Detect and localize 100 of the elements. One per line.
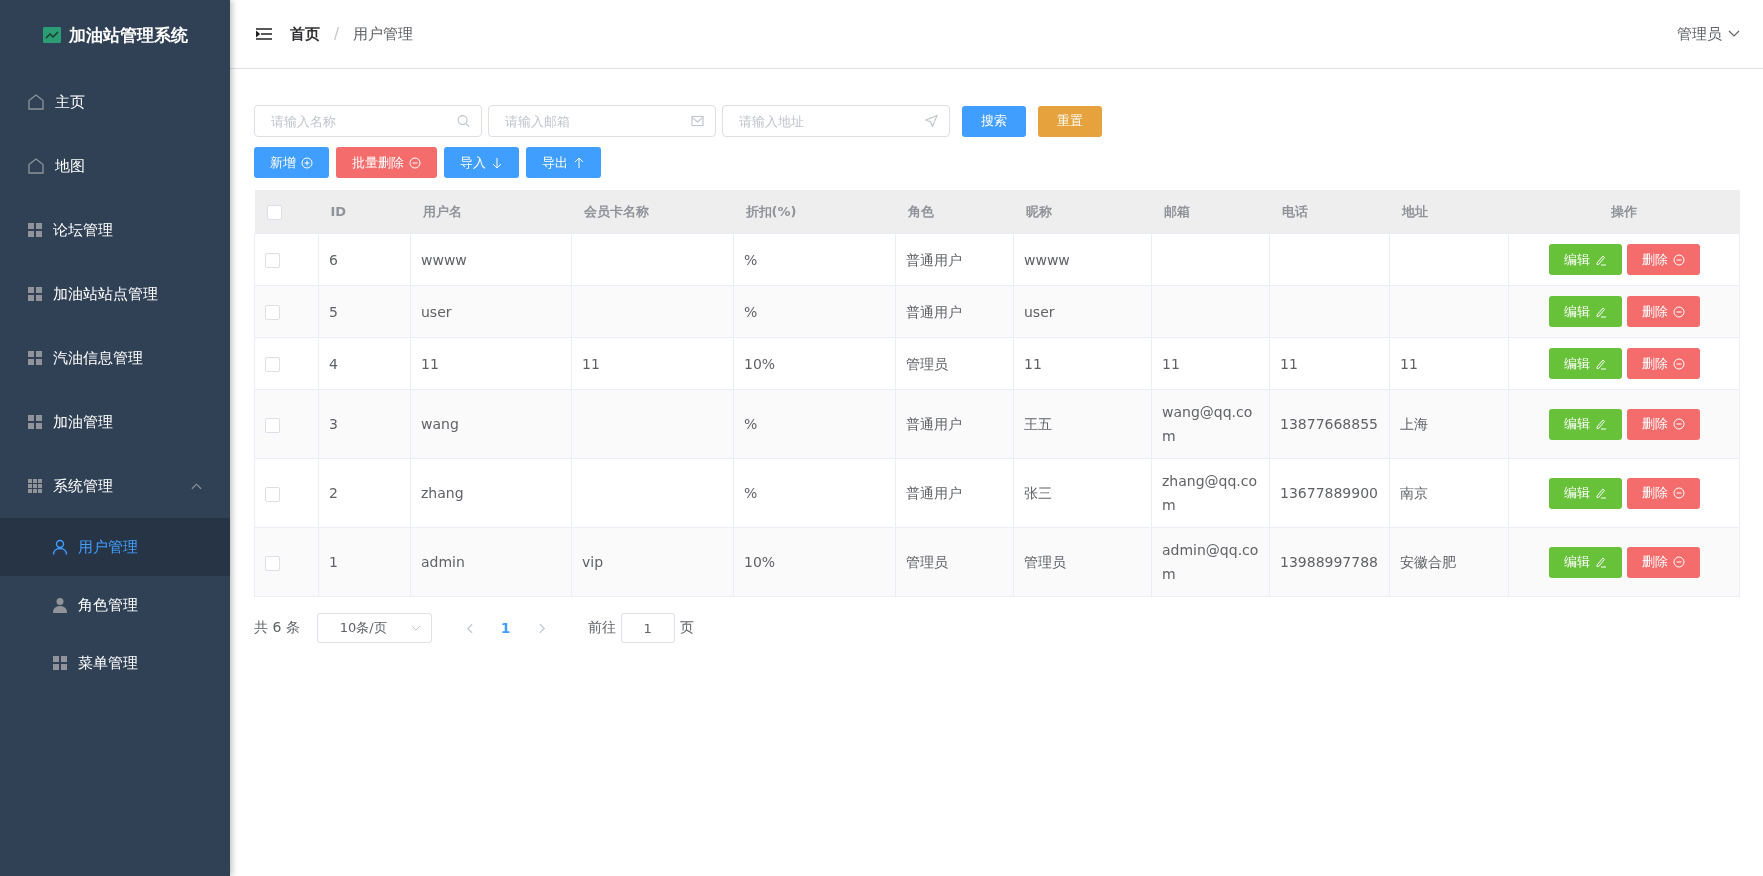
menu-item[interactable]: 加油管理: [0, 390, 230, 454]
table-cell: 11: [1162, 355, 1180, 372]
table-cell: admin@qq.com: [1162, 542, 1259, 582]
table-cell: wwww: [421, 251, 467, 268]
table-cell: 11: [582, 355, 600, 372]
arrow-up-icon: [573, 156, 585, 169]
row-checkbox[interactable]: [265, 253, 280, 268]
table-cell: user: [421, 303, 452, 320]
row-checkbox[interactable]: [265, 555, 280, 571]
edit-button[interactable]: 编辑: [1548, 296, 1622, 327]
edit-button[interactable]: 编辑: [1548, 408, 1622, 440]
toolbar-button[interactable]: 导入: [444, 147, 519, 178]
minus-circle-icon: [1672, 487, 1685, 499]
pencil-icon: [1594, 556, 1607, 568]
edit-button[interactable]: 编辑: [1548, 348, 1622, 379]
toolbar-button[interactable]: 导出: [526, 147, 601, 178]
row-checkbox[interactable]: [265, 486, 280, 502]
pencil-icon: [1594, 253, 1607, 266]
minus-circle-icon: [1672, 357, 1685, 370]
pencil-icon: [1594, 357, 1607, 370]
house-icon: [27, 157, 45, 175]
column-header: 地址: [1389, 190, 1509, 234]
chevron-down-icon: [1728, 30, 1740, 38]
menu-item[interactable]: 地图: [0, 134, 230, 198]
pencil-icon: [1594, 487, 1607, 499]
minus-circle-icon: [1672, 418, 1685, 430]
previous-page-icon[interactable]: [465, 622, 473, 634]
search-button[interactable]: 重置: [1038, 105, 1102, 137]
user-icon: [52, 539, 68, 555]
column-header: 会员卡名称: [571, 190, 734, 234]
toolbar-button[interactable]: 批量删除: [336, 147, 437, 178]
next-page-icon[interactable]: [538, 622, 546, 634]
delete-button[interactable]: 删除: [1626, 546, 1700, 578]
page-input[interactable]: 1: [620, 613, 675, 643]
column-header: 邮箱: [1151, 190, 1270, 234]
table-cell: 2: [329, 485, 338, 501]
table-cell: 王五: [1024, 416, 1052, 432]
mail-icon: [691, 115, 704, 127]
menu-item[interactable]: 加油站站点管理: [0, 262, 230, 326]
delete-button[interactable]: 删除: [1626, 244, 1700, 275]
search-field[interactable]: 请输入邮箱: [488, 105, 716, 137]
menu-item[interactable]: 主页: [0, 70, 230, 134]
breadcrumb-item[interactable]: 首页: [290, 24, 320, 44]
arrow-down-icon: [491, 156, 503, 169]
edit-button[interactable]: 编辑: [1548, 244, 1622, 275]
table-cell: 张三: [1024, 485, 1052, 501]
row-checkbox[interactable]: [265, 357, 280, 372]
menu-item[interactable]: 论坛管理: [0, 198, 230, 262]
app-title: 加油站管理系统: [68, 23, 188, 47]
table-cell: 13988997788: [1280, 554, 1378, 570]
page-number[interactable]: 1: [500, 620, 511, 636]
search-field[interactable]: 请输入名称: [254, 105, 482, 137]
goto-label: 前往: [587, 619, 616, 637]
plus-circle-icon: [301, 156, 313, 169]
table-cell: 11: [421, 355, 439, 372]
delete-button[interactable]: 删除: [1626, 348, 1700, 379]
table-cell: 管理员: [1024, 554, 1066, 570]
menu-icon[interactable]: [256, 28, 272, 40]
user-menu[interactable]: 管理员: [1677, 24, 1740, 44]
pencil-icon: [1594, 418, 1607, 430]
table-cell: zhang@qq.com: [1162, 473, 1258, 513]
grid-icon: [52, 655, 68, 671]
person-icon: [52, 597, 68, 613]
breadcrumb-separator: /: [334, 25, 340, 43]
submenu-item[interactable]: 角色管理: [0, 576, 230, 634]
minus-circle-icon: [1672, 556, 1685, 568]
search-field[interactable]: 请输入地址: [722, 105, 950, 137]
row-checkbox[interactable]: [265, 305, 280, 320]
submenu-item[interactable]: 用户管理: [0, 518, 230, 576]
send-icon: [925, 114, 938, 128]
edit-button[interactable]: 编辑: [1548, 477, 1622, 509]
delete-button[interactable]: 删除: [1626, 296, 1700, 327]
table-cell: 5: [329, 303, 338, 320]
table-cell: %: [744, 303, 758, 320]
column-header: 操作: [1508, 190, 1740, 234]
table-cell: 6: [329, 251, 338, 268]
submenu-item[interactable]: 菜单管理: [0, 634, 230, 692]
table-cell: 11: [1400, 355, 1418, 372]
edit-button[interactable]: 编辑: [1548, 546, 1622, 578]
menu-item[interactable]: 汽油信息管理: [0, 326, 230, 390]
table-cell: admin: [421, 554, 465, 570]
table-cell: 普通用户: [906, 251, 962, 268]
table-cell: user: [1024, 303, 1055, 320]
column-header: 折扣(%): [733, 190, 896, 234]
search-button[interactable]: 搜索: [962, 105, 1026, 137]
select-all-checkbox[interactable]: [266, 204, 282, 220]
table-cell: 1: [329, 554, 338, 570]
delete-button[interactable]: 删除: [1626, 408, 1700, 440]
row-checkbox[interactable]: [265, 417, 280, 433]
delete-button[interactable]: 删除: [1626, 477, 1700, 509]
toolbar-button[interactable]: 新增: [254, 147, 329, 178]
table-cell: wang@qq.com: [1162, 404, 1253, 444]
column-header: 昵称: [1013, 190, 1152, 234]
page-suffix: 页: [679, 619, 694, 637]
menu-item[interactable]: 系统管理: [0, 454, 230, 518]
page-size-select[interactable]: 10条/页: [316, 613, 432, 643]
table-cell: 13877668855: [1280, 416, 1378, 432]
table-cell: 管理员: [906, 355, 948, 372]
pencil-icon: [1594, 305, 1607, 318]
table-cell: 南京: [1400, 485, 1428, 501]
